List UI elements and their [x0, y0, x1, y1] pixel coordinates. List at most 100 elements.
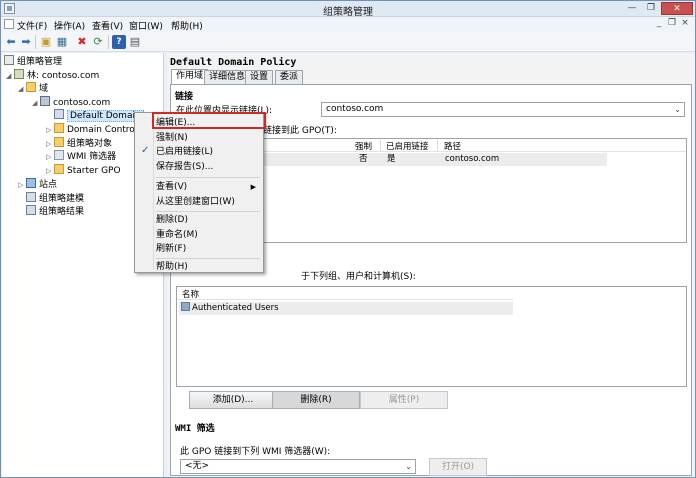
menu-separator [156, 258, 260, 259]
cell-enforced: 否 [359, 154, 368, 164]
col-divider [437, 140, 438, 151]
mdi-minimize-icon[interactable]: _ [653, 18, 665, 30]
tree-domain-contoso[interactable]: ◢ contoso.com [32, 96, 110, 109]
toolbar-separator [35, 35, 36, 49]
menu-file[interactable]: 文件(F) [17, 19, 47, 32]
menu-action[interactable]: 操作(A) [54, 19, 85, 32]
menu-bar: 文件(F) 操作(A) 查看(V) 窗口(W) 帮助(H) _ ❐ × [1, 17, 695, 32]
menu-help[interactable]: 帮助(H) [171, 19, 203, 32]
context-menu: 编辑(E)... 强制(N) ✓ 已启用链接(L) 保存报告(S)... 查看(… [134, 112, 264, 273]
menu-item-new-window[interactable]: 从这里创建窗口(W) [156, 195, 260, 209]
tree-item-wmi-filters[interactable]: ▷ WMI 筛选器 [46, 150, 116, 163]
col-divider [380, 140, 381, 151]
menu-item-link-enabled[interactable]: 已启用链接(L) [156, 145, 260, 159]
folder-icon [54, 164, 64, 174]
menu-separator [156, 211, 260, 212]
ou-icon [54, 123, 64, 133]
menu-separator [156, 177, 260, 178]
col-name[interactable]: 名称 [182, 288, 199, 300]
mdi-restore-icon[interactable]: ❐ [666, 18, 678, 30]
submenu-arrow-icon: ▶ [250, 183, 256, 191]
chevron-down-icon: ⌄ [674, 105, 681, 114]
tree-sites[interactable]: ▷ 站点 [18, 178, 57, 191]
menu-item-save-report[interactable]: 保存报告(S)... [156, 160, 260, 174]
folder-icon [26, 82, 36, 92]
results-icon [26, 205, 36, 215]
expand-triangle-icon[interactable]: ▷ [46, 151, 54, 164]
tree-item-domain-controllers[interactable]: ▷ Domain Contro [46, 123, 135, 136]
delete-icon[interactable]: ✖ [75, 35, 89, 49]
tree-modeling[interactable]: 组策略建模 [26, 192, 84, 205]
menu-item-delete[interactable]: 删除(D) [156, 213, 260, 227]
col-link-enabled[interactable]: 已启用链接 [386, 140, 429, 152]
wmi-filter-icon [54, 150, 64, 160]
menu-item-rename[interactable]: 重命名(M) [156, 228, 260, 242]
remove-button[interactable]: 删除(R) [272, 391, 360, 409]
forest-icon [14, 69, 24, 79]
domain-icon [40, 96, 50, 106]
tab-delegation[interactable]: 委派 [275, 70, 304, 84]
tree-domains[interactable]: ◢ 域 [18, 82, 48, 95]
close-icon[interactable]: ✕ [661, 2, 693, 15]
checkmark-icon: ✓ [141, 145, 150, 156]
tree-root[interactable]: 组策略管理 [4, 55, 62, 68]
modeling-icon [26, 192, 36, 202]
menu-item-enforce[interactable]: 强制(N) [156, 131, 260, 145]
expand-triangle-icon[interactable]: ▷ [18, 179, 26, 192]
expand-triangle-icon[interactable]: ▷ [46, 124, 54, 137]
tree-item-starter-gpo[interactable]: ▷ Starter GPO [46, 164, 121, 177]
tab-scope[interactable]: 作用域 [171, 69, 209, 84]
title-bar: 组策略管理 — ❐ ✕ [1, 1, 695, 18]
toolbar-separator [108, 35, 109, 49]
menu-window[interactable]: 窗口(W) [129, 19, 163, 32]
security-grid-header: 名称 [177, 287, 513, 300]
minimize-icon[interactable]: — [623, 2, 641, 15]
policy-title: Default Domain Policy [170, 57, 297, 68]
wmi-filter-select[interactable]: <无> ⌄ [180, 459, 416, 474]
help-icon[interactable]: ? [112, 35, 126, 49]
toolbar: ⬅ ➡ ▣ ▦ ✖ ⟳ ? ▤ [1, 32, 695, 52]
edit-highlight-box [152, 112, 266, 129]
tree-item-gpo-objects[interactable]: ▷ 组策略对象 [46, 137, 112, 150]
properties-icon[interactable]: ▤ [128, 35, 142, 49]
maximize-icon[interactable]: ❐ [642, 2, 660, 15]
cell-enabled: 是 [387, 154, 396, 164]
links-heading: 链接 [175, 92, 194, 102]
gpmc-window: 组策略管理 — ❐ ✕ 文件(F) 操作(A) 查看(V) 窗口(W) 帮助(H… [0, 0, 696, 478]
gpo-link-icon [54, 109, 64, 119]
col-path[interactable]: 路径 [444, 140, 461, 152]
menu-view[interactable]: 查看(V) [92, 19, 123, 32]
collapse-triangle-icon[interactable]: ◢ [32, 97, 40, 110]
menu-item-help[interactable]: 帮助(H) [156, 260, 260, 274]
tree-results[interactable]: 组策略结果 [26, 205, 84, 218]
cell-path: contoso.com [445, 154, 500, 164]
back-arrow-icon[interactable]: ⬅ [4, 35, 18, 49]
console-icon[interactable] [4, 19, 14, 29]
expand-triangle-icon[interactable]: ▷ [46, 165, 54, 178]
tree-view-icon[interactable]: ▦ [55, 35, 69, 49]
site-icon [26, 178, 36, 188]
mdi-close-icon[interactable]: × [679, 18, 691, 30]
menu-item-view[interactable]: 查看(V) ▶ [156, 180, 260, 194]
col-enforced[interactable]: 强制 [355, 140, 372, 152]
list-item[interactable]: Authenticated Users [179, 302, 513, 315]
tab-details[interactable]: 详细信息 [204, 70, 251, 84]
security-filter-label: 于下列组、用户和计算机(S): [301, 272, 416, 282]
menu-item-refresh[interactable]: 刷新(F) [156, 242, 260, 256]
collapse-triangle-icon[interactable]: ◢ [6, 70, 14, 83]
links-location-select[interactable]: contoso.com ⌄ [321, 102, 685, 117]
tab-settings[interactable]: 设置 [245, 70, 274, 84]
open-button[interactable]: 打开(O) [429, 458, 487, 476]
forward-arrow-icon[interactable]: ➡ [19, 35, 33, 49]
wmi-label: 此 GPO 链接到下列 WMI 筛选器(W): [180, 447, 331, 457]
tree-item-default-domain[interactable]: Default Domain [54, 109, 144, 122]
collapse-triangle-icon[interactable]: ◢ [18, 83, 26, 96]
tree-forest[interactable]: ◢ 林: contoso.com [6, 69, 99, 82]
users-group-icon [181, 302, 190, 311]
properties-button[interactable]: 属性(P) [360, 391, 448, 409]
folder-up-icon[interactable]: ▣ [39, 35, 53, 49]
menu-gutter [153, 115, 154, 270]
folder-icon [54, 137, 64, 147]
add-button[interactable]: 添加(D)... [189, 391, 277, 409]
refresh-icon[interactable]: ⟳ [91, 35, 105, 49]
